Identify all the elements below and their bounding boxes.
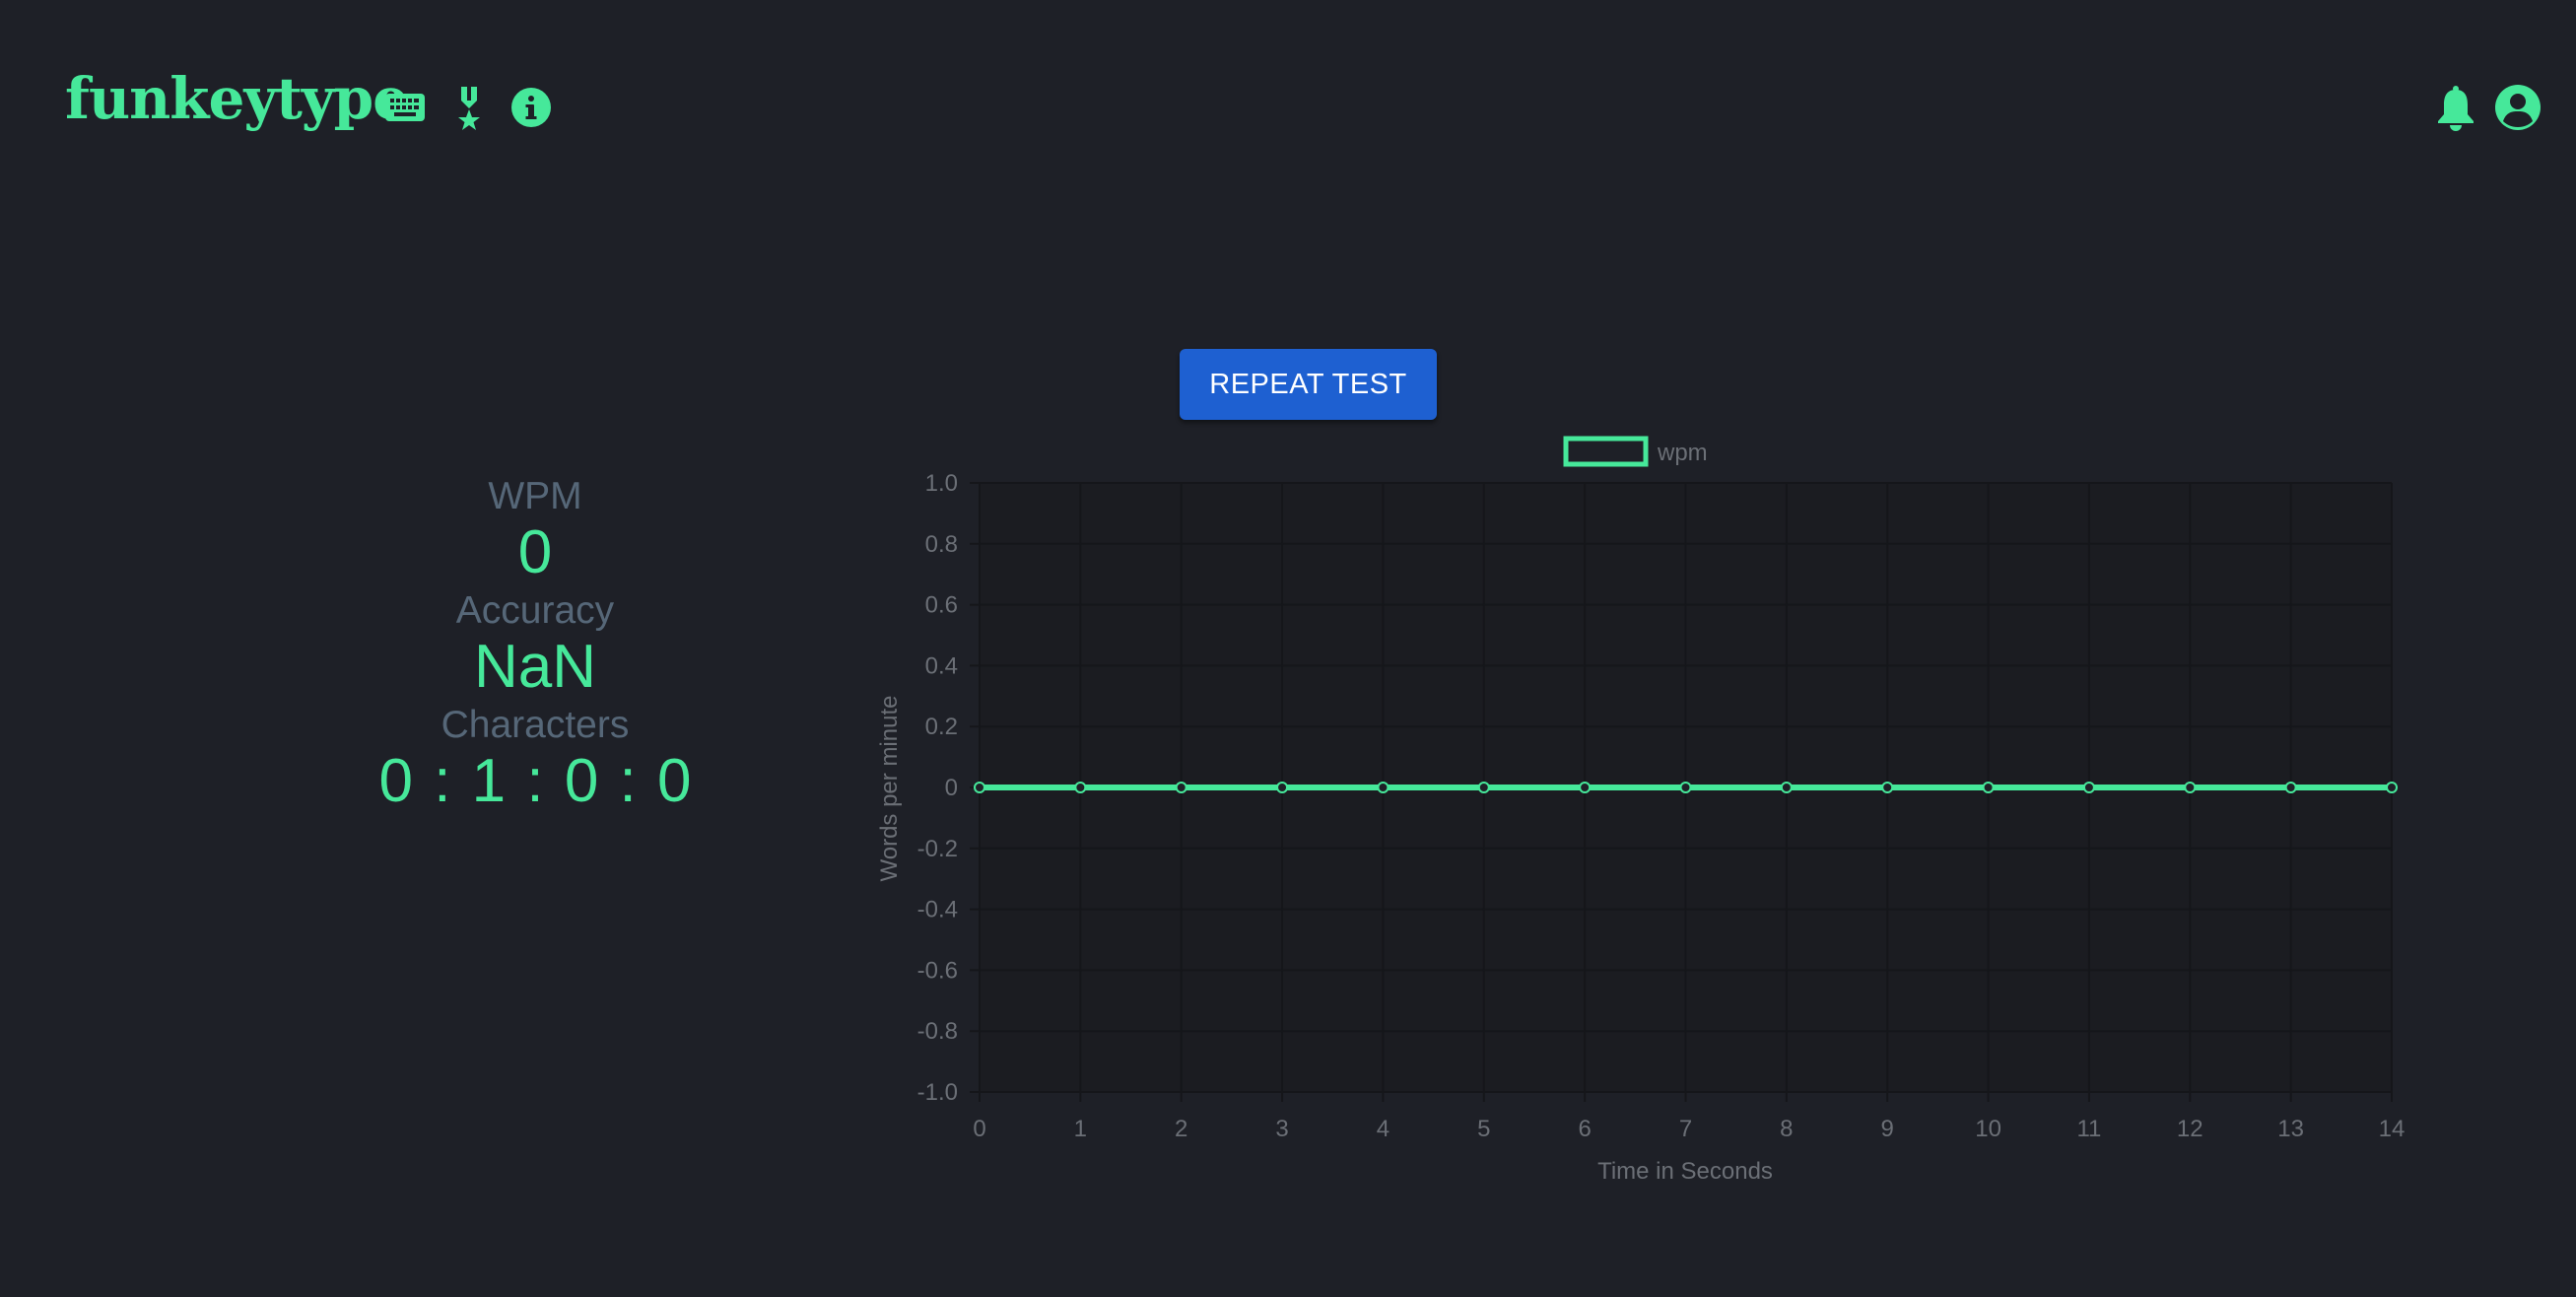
y-tick-label: -0.8 xyxy=(917,1018,958,1045)
accuracy-value: NaN xyxy=(473,633,597,701)
wpm-label: WPM xyxy=(488,475,582,517)
y-tick-label: -0.4 xyxy=(917,897,958,923)
award-icon[interactable] xyxy=(454,85,484,130)
y-tick-label: 0.2 xyxy=(925,714,958,740)
data-point xyxy=(1579,782,1592,793)
plot-area xyxy=(980,483,2392,1092)
y-axis-title: Words per minute xyxy=(876,696,903,882)
y-tick-label: -1.0 xyxy=(917,1079,958,1106)
data-point xyxy=(1679,782,1692,793)
data-point xyxy=(2082,782,2095,793)
x-tick-label: 14 xyxy=(2379,1116,2406,1142)
x-tick-label: 1 xyxy=(1074,1116,1087,1142)
data-point xyxy=(1377,782,1390,793)
data-point xyxy=(974,782,985,793)
characters-value: 0 : 1 : 0 : 0 xyxy=(378,747,692,815)
characters-label: Characters xyxy=(441,704,630,746)
data-point xyxy=(2184,782,2197,793)
x-tick-label: 10 xyxy=(1975,1116,2001,1142)
data-point xyxy=(1074,782,1087,793)
x-axis-title: Time in Seconds xyxy=(1597,1158,1773,1185)
legend-label[interactable]: wpm xyxy=(1657,440,1708,466)
y-tick-label: -0.2 xyxy=(917,836,958,862)
data-point xyxy=(1780,782,1793,793)
repeat-test-button[interactable]: REPEAT TEST xyxy=(1180,349,1437,420)
x-tick-label: 2 xyxy=(1175,1116,1187,1142)
y-tick-label: -0.6 xyxy=(917,957,958,984)
x-tick-label: 11 xyxy=(2076,1116,2101,1142)
user-circle-icon[interactable] xyxy=(2494,84,2542,131)
x-tick-label: 0 xyxy=(973,1116,985,1142)
x-tick-label: 5 xyxy=(1477,1116,1490,1142)
data-point xyxy=(1982,782,1995,793)
info-icon[interactable] xyxy=(510,87,552,128)
wpm-value: 0 xyxy=(517,518,553,586)
data-point xyxy=(1881,782,1894,793)
x-tick-label: 8 xyxy=(1780,1116,1793,1142)
results-page: funkeytype REPEAT TEST WPM 0 Accuracy Na… xyxy=(0,0,2576,1297)
x-tick-label: 7 xyxy=(1679,1116,1692,1142)
data-point xyxy=(2284,782,2297,793)
data-point xyxy=(1276,782,1289,793)
y-tick-label: 0 xyxy=(945,775,958,801)
y-tick-label: 0.8 xyxy=(925,531,958,558)
bell-icon[interactable] xyxy=(2436,85,2475,132)
results-stats: WPM 0 Accuracy NaN Characters 0 : 1 : 0 … xyxy=(338,473,732,816)
x-tick-label: 3 xyxy=(1275,1116,1288,1142)
x-tick-label: 13 xyxy=(2277,1116,2304,1142)
x-tick-label: 6 xyxy=(1578,1116,1591,1142)
legend-swatch[interactable] xyxy=(1563,436,1649,467)
data-point xyxy=(2386,782,2398,793)
x-tick-label: 12 xyxy=(2177,1116,2203,1142)
y-tick-label: 1.0 xyxy=(925,470,958,497)
y-tick-label: 0.4 xyxy=(925,652,958,679)
app-logo[interactable]: funkeytype xyxy=(65,61,409,136)
data-point xyxy=(1477,782,1490,793)
data-point xyxy=(1175,782,1187,793)
x-tick-label: 4 xyxy=(1377,1116,1390,1142)
x-tick-label: 9 xyxy=(1881,1116,1894,1142)
accuracy-label: Accuracy xyxy=(455,589,615,632)
y-tick-label: 0.6 xyxy=(925,592,958,619)
keyboard-icon[interactable] xyxy=(384,92,426,123)
